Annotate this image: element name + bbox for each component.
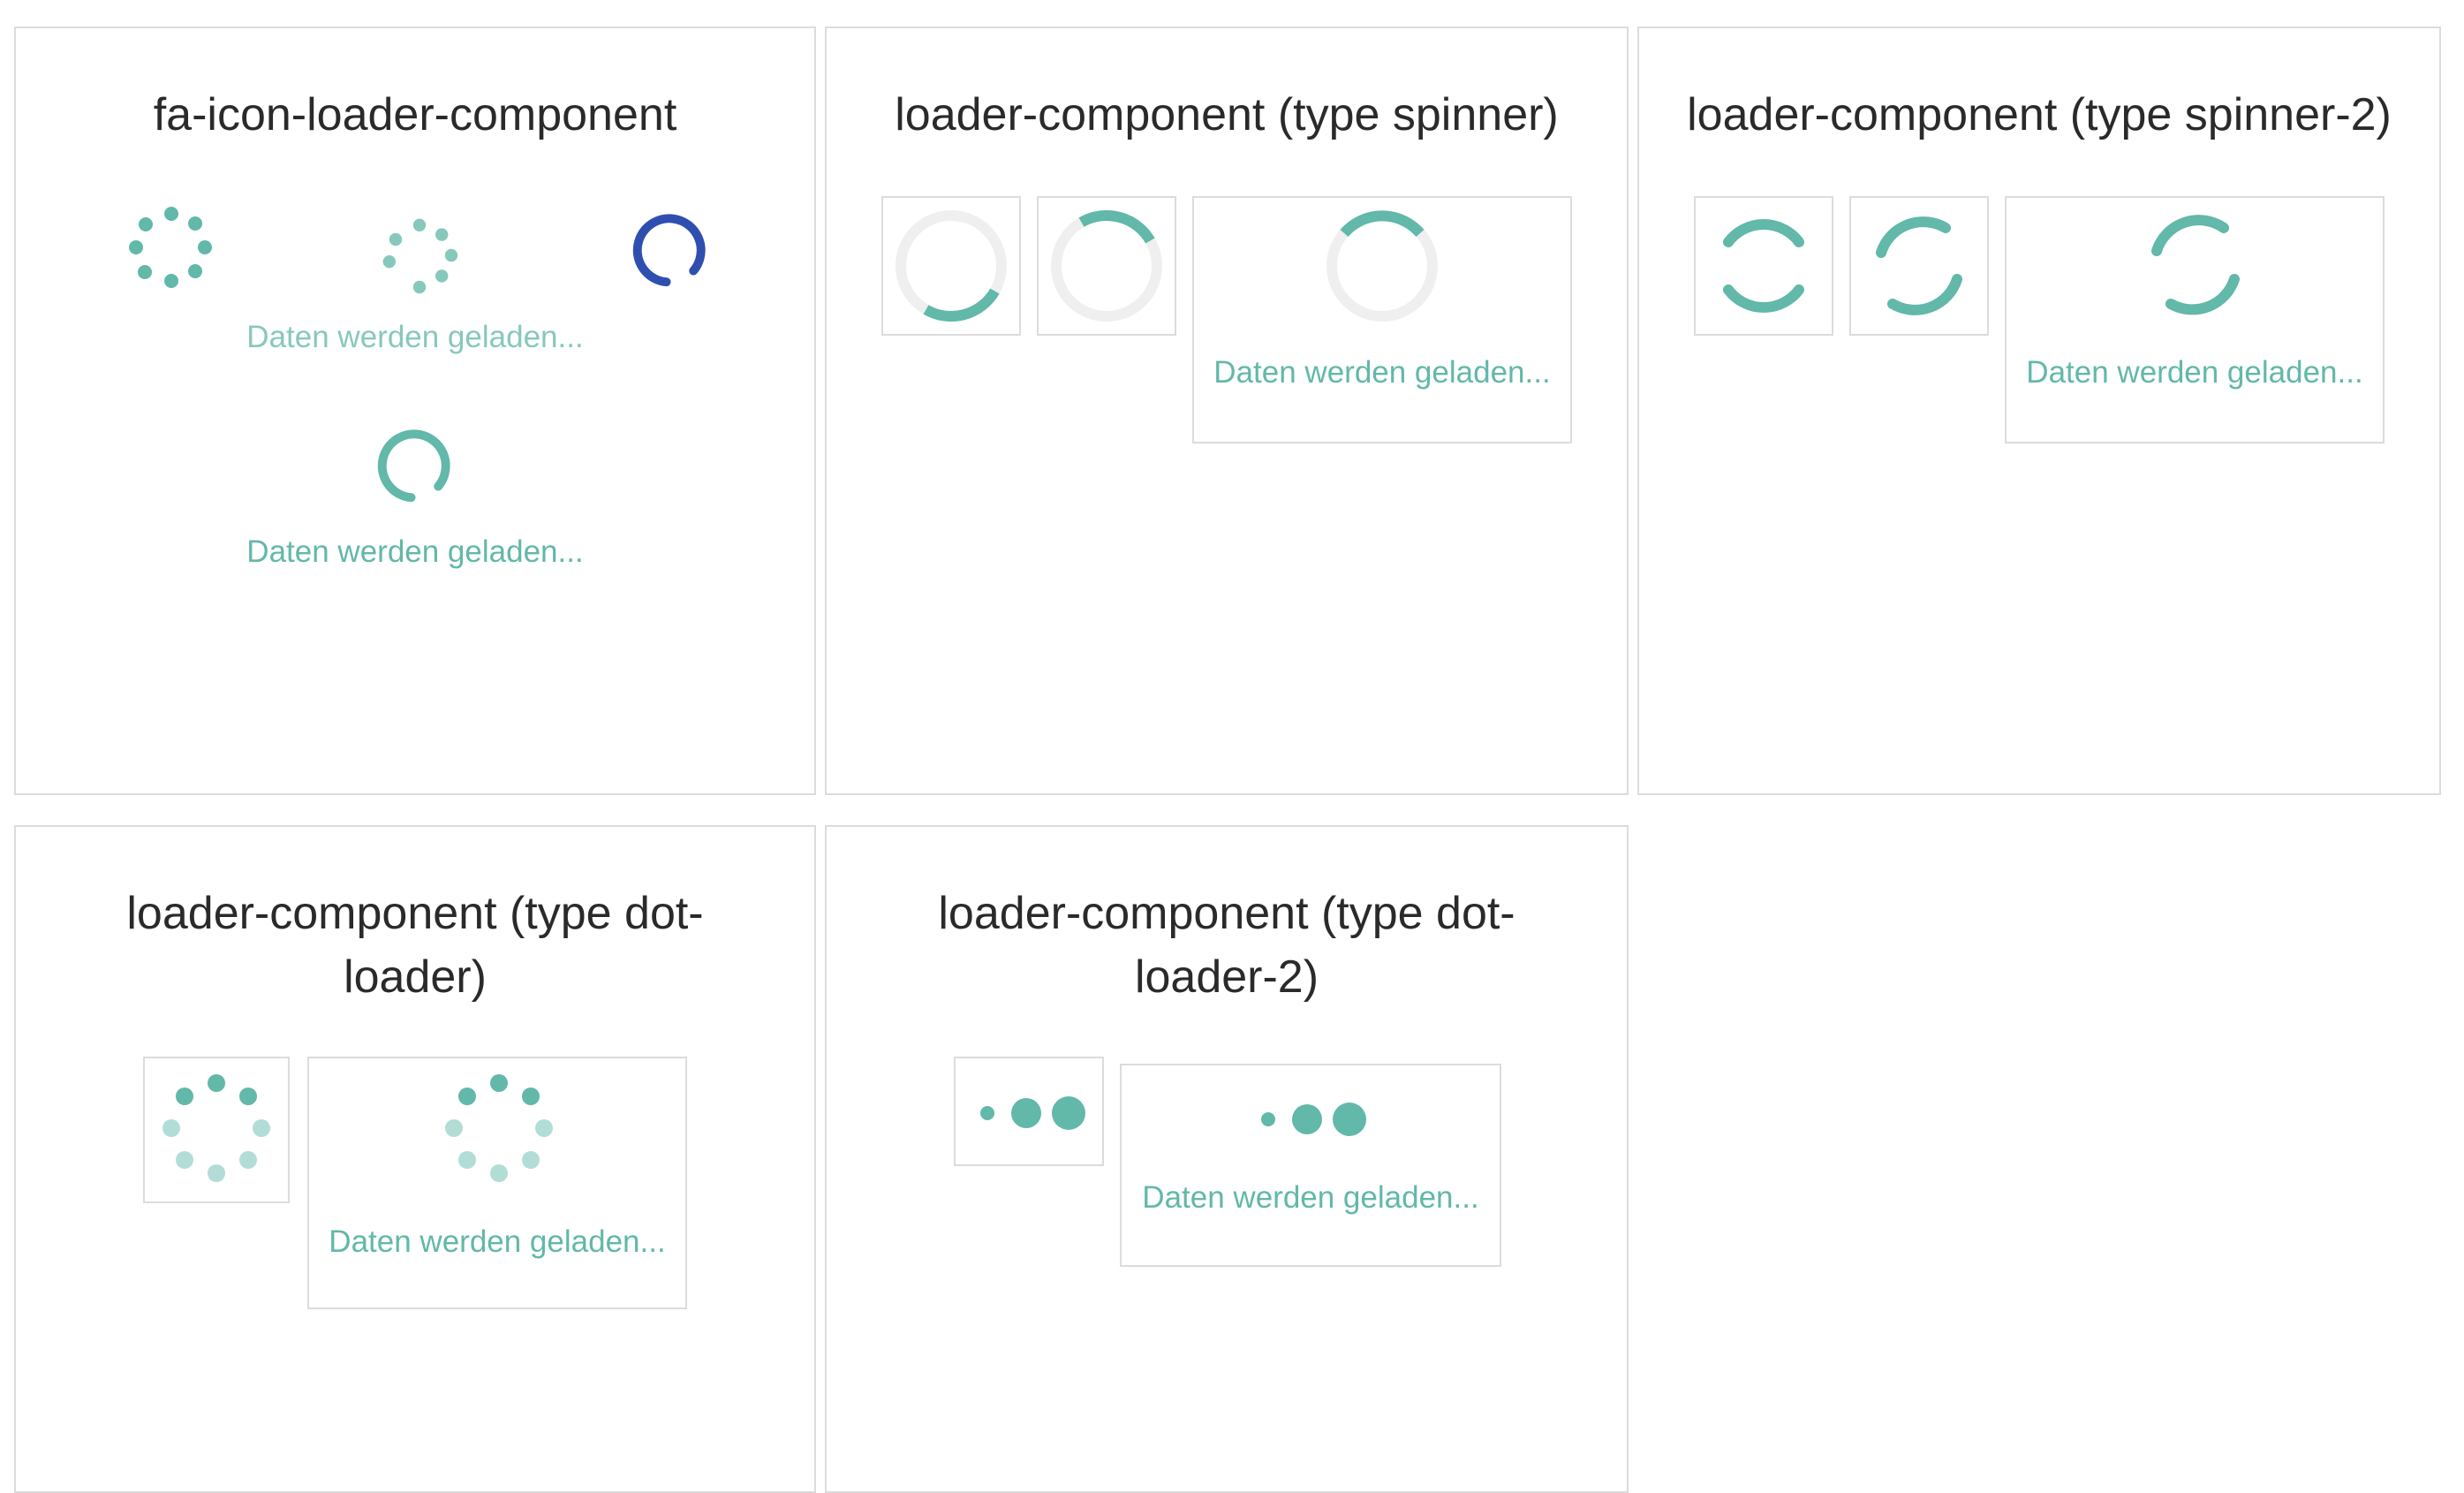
loading-text: Daten werden geladen... [246,534,584,569]
panel-title: loader-2) [1134,951,1319,1003]
three-dots-icon [980,1096,1085,1130]
spinner-arc-icon [1876,216,1962,315]
spinner-box-small [881,196,1021,336]
panel-fa-icon-loader: fa-icon-loader-component Daten werden ge… [14,27,816,795]
dot-loader-2-box-small [954,1057,1104,1166]
panel-spinner: loader-component (type spinner) Daten we… [825,27,1629,795]
loading-text: Daten werden geladen... [2026,355,2363,390]
three-dots-icon [1261,1103,1366,1136]
dot-loader-box-small [143,1057,290,1203]
loading-text: Daten werden geladen... [1213,355,1551,390]
panel-dot-loader: loader-component (type dot- loader) Date… [14,825,816,1493]
panel-title: loader-component (type spinner-2) [1687,89,2392,140]
circle-notch-icon [632,214,706,287]
panel-title: fa-icon-loader-component [153,89,677,140]
spinner-arc-icon [1723,219,1804,313]
circle-notch-icon [377,429,450,503]
spinner-box-small [1037,196,1176,336]
spinner-arc-icon [2151,215,2240,315]
panel-title: loader-component (type spinner) [895,89,1559,140]
spinner-2-box-small [1849,196,1989,336]
spinner-dots-icon [129,207,212,288]
spinner-dots-icon [445,1074,553,1182]
dot-loader-box-with-text: Daten werden geladen... [307,1057,687,1309]
spinner-2-box-with-text: Daten werden geladen... [2005,196,2385,443]
panel-title: loader) [344,951,487,1003]
panel-title: loader-component (type dot- [126,888,704,939]
loading-text: Daten werden geladen... [246,320,584,354]
panel-title: loader-component (type dot- [938,888,1515,939]
spinner-2-box-small [1694,196,1833,336]
loading-text: Daten werden geladen... [329,1224,666,1259]
spinner-dots-icon [163,1074,270,1182]
spinner-box-with-text: Daten werden geladen... [1192,196,1572,443]
spinner-arc-icon [1051,209,1162,322]
spinner-dots-icon [382,218,458,294]
spinner-arc-icon [896,210,1007,322]
dot-loader-2-box-with-text: Daten werden geladen... [1120,1064,1501,1267]
panel-dot-loader-2: loader-component (type dot- loader-2) Da… [825,825,1629,1493]
spinner-arc-icon [1326,210,1438,322]
loading-text: Daten werden geladen... [1142,1180,1479,1215]
panel-spinner-2: loader-component (type spinner-2) Daten … [1637,27,2441,795]
